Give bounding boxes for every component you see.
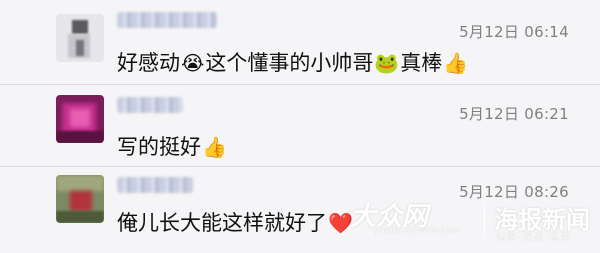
comment-text: 好感动😭这个懂事的小帅哥🐸真棒👍 [117, 47, 469, 77]
watermark: 大众网 yantai.dzwww.com 海报新闻 速报·深度·追索 [350, 196, 600, 248]
avatar[interactable] [56, 175, 104, 223]
username-blurred[interactable] [117, 12, 217, 28]
avatar[interactable] [56, 95, 104, 143]
watermark-divider [484, 202, 485, 238]
username-blurred[interactable] [117, 177, 193, 193]
comment-timestamp: 5月12日 06:14 [459, 23, 569, 41]
username-blurred[interactable] [117, 97, 183, 113]
watermark-subtitle: 速报·深度·追索 [496, 233, 572, 243]
avatar[interactable] [56, 14, 104, 62]
comment-item: 5月12日 06:21 写的挺好👍 [0, 85, 600, 167]
comment-text-part: 写的挺好 [117, 135, 201, 159]
watermark-url: yantai.dzwww.com [374, 226, 459, 236]
comment-timestamp: 5月12日 06:21 [459, 105, 569, 123]
comment-item: 5月12日 06:14 好感动😭这个懂事的小帅哥🐸真棒👍 [0, 0, 600, 85]
comment-text: 俺儿长大能这样就好了❤️ [117, 207, 354, 237]
comment-text-part: 这个懂事的小帅哥 [205, 51, 374, 75]
comment-text: 写的挺好👍 [117, 131, 228, 161]
frog-icon: 🐸 [374, 51, 400, 75]
thumbs-up-icon: 👍 [443, 51, 469, 75]
comment-text-part: 俺儿长大能这样就好了 [117, 211, 327, 235]
comment-text-part: 好感动 [117, 51, 180, 75]
thumbs-up-icon: 👍 [202, 135, 227, 159]
crying-face-icon: 😭 [181, 51, 205, 75]
comment-text-part: 真棒 [400, 51, 443, 75]
